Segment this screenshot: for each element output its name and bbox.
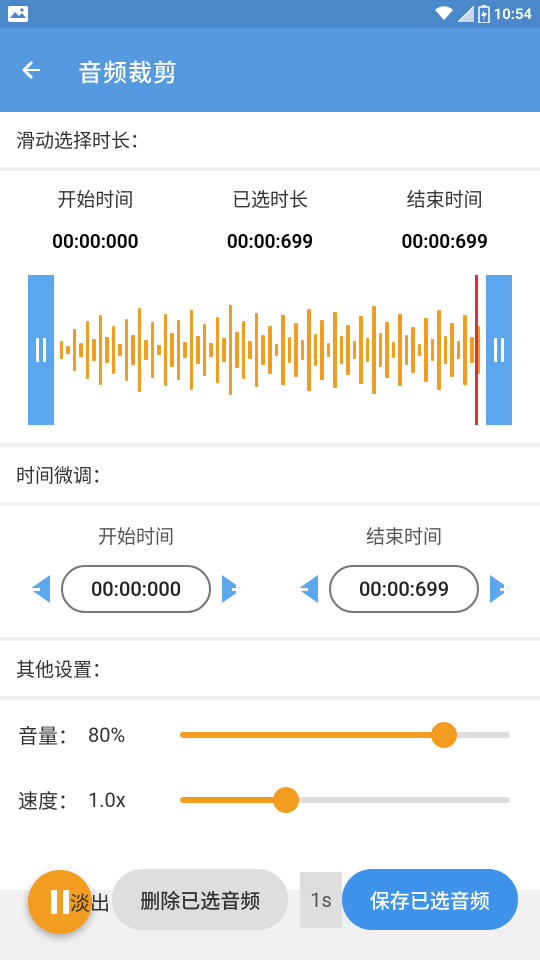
status-time: 10:54	[494, 5, 532, 23]
volume-value: 80%	[88, 723, 168, 747]
end-time-value: 00:00:699	[357, 230, 532, 253]
fine-tune-panel: 开始时间 00:00:000 结束时间 00:00:699	[0, 506, 540, 637]
fine-start-label: 开始时间	[98, 522, 174, 549]
volume-slider[interactable]	[180, 732, 510, 738]
arrow-left-icon	[18, 56, 46, 84]
trim-handle-left[interactable]	[28, 275, 54, 425]
pause-icon	[51, 890, 69, 914]
battery-icon	[478, 5, 490, 23]
fine-end-value[interactable]: 00:00:699	[329, 565, 479, 613]
fine-end-label: 结束时间	[366, 522, 442, 549]
end-time-increment[interactable]	[487, 569, 513, 609]
page-title: 音频裁剪	[78, 53, 178, 88]
times-panel: 开始时间 00:00:000 已选时长 00:00:699 结束时间 00:00…	[0, 171, 540, 275]
trim-handle-right[interactable]	[486, 275, 512, 425]
duration-value: 00:00:699	[183, 230, 358, 253]
speed-slider[interactable]	[180, 797, 510, 803]
save-selection-button[interactable]: 保存已选音频	[342, 869, 518, 930]
playhead[interactable]	[475, 275, 478, 425]
fine-start-value[interactable]: 00:00:000	[61, 565, 211, 613]
volume-label: 音量：	[18, 720, 88, 749]
status-bar: 10:54	[0, 0, 540, 28]
delete-selection-button[interactable]: 删除已选音频	[112, 869, 288, 930]
other-settings-panel: 音量： 80% 速度： 1.0x	[0, 700, 540, 890]
other-settings-header: 其他设置：	[0, 641, 540, 696]
start-time-increment[interactable]	[219, 569, 245, 609]
signal-icon	[458, 6, 474, 22]
fine-tune-header: 时间微调：	[0, 447, 540, 502]
photo-icon	[8, 6, 28, 22]
bottom-bar: 淡出 删除已选音频 1s 保存已选音频	[0, 869, 540, 930]
back-button[interactable]	[8, 46, 56, 94]
start-time-label: 开始时间	[8, 185, 183, 212]
waveform-panel	[0, 275, 540, 425]
slide-select-header: 滑动选择时长：	[0, 112, 540, 167]
speed-value: 1.0x	[88, 788, 168, 812]
end-time-decrement[interactable]	[295, 569, 321, 609]
waveform[interactable]	[54, 275, 486, 425]
speed-label: 速度：	[18, 785, 88, 814]
duration-label: 已选时长	[183, 185, 358, 212]
wifi-icon	[434, 6, 454, 22]
start-time-value: 00:00:000	[8, 230, 183, 253]
end-time-label: 结束时间	[357, 185, 532, 212]
start-time-decrement[interactable]	[27, 569, 53, 609]
fadeout-badge[interactable]: 1s	[300, 872, 342, 928]
app-bar: 音频裁剪	[0, 28, 540, 112]
fadeout-label: 淡出	[70, 887, 110, 916]
